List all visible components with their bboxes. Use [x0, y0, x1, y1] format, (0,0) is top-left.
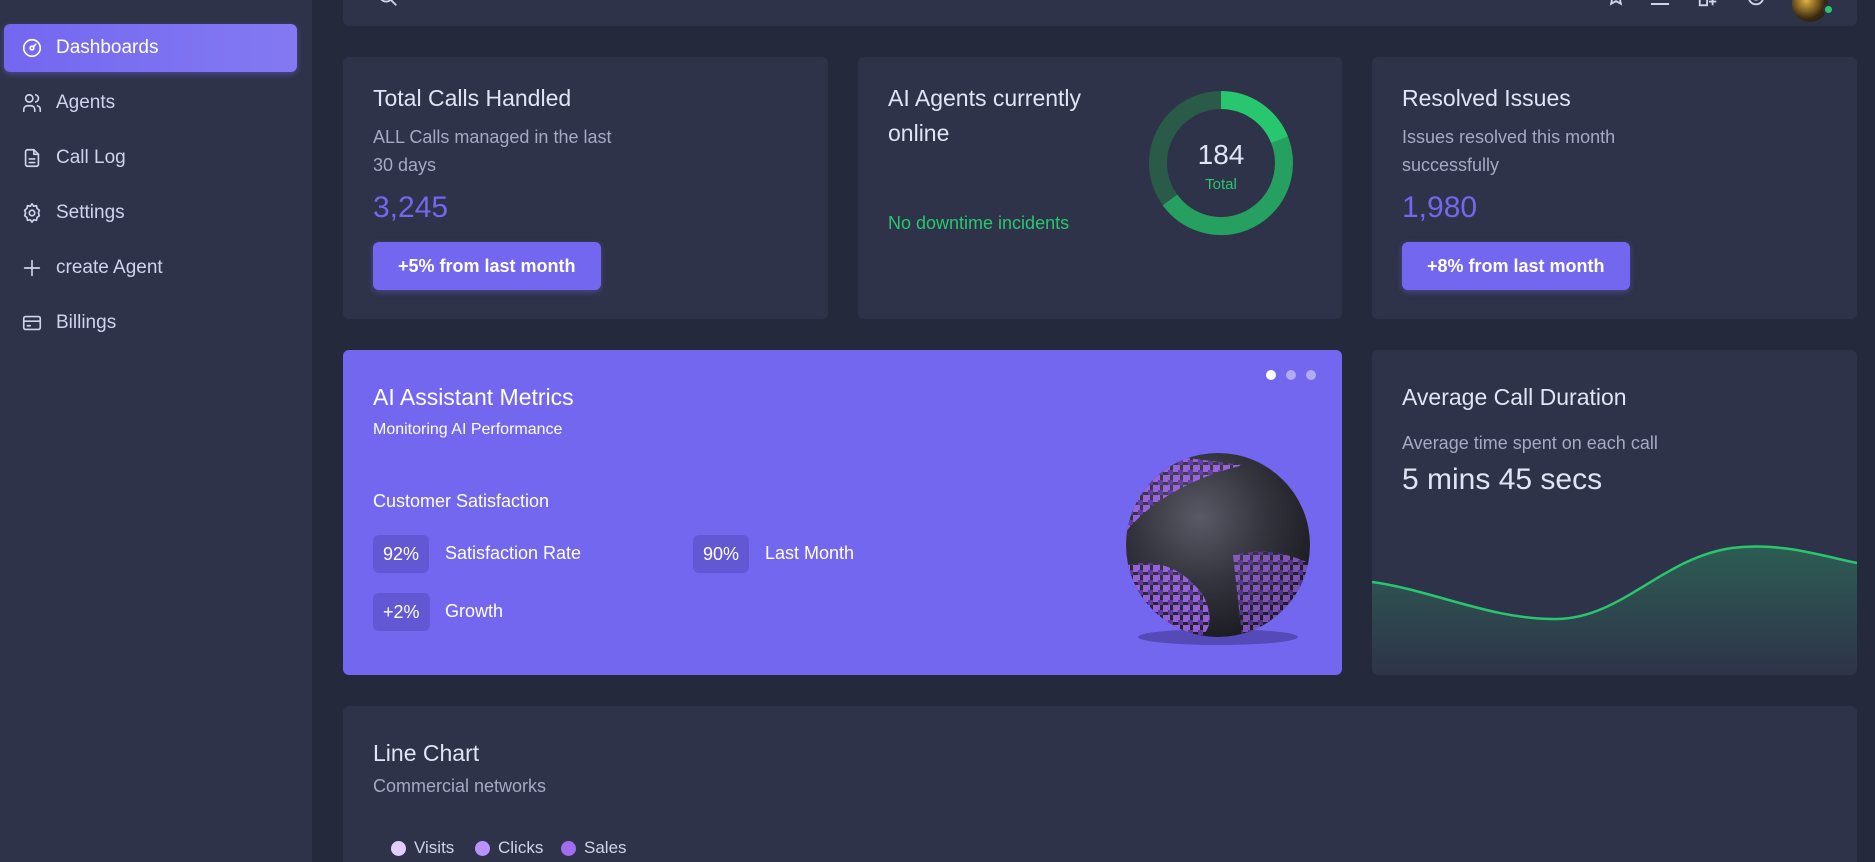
- settings-icon[interactable]: [1745, 0, 1769, 8]
- sparkline-area: [1372, 546, 1857, 675]
- sidebar-item-label: create Agent: [56, 257, 163, 278]
- sidebar: Dashboards Agents Call Log Settings crea…: [0, 0, 312, 862]
- sidebar-item-agents[interactable]: Agents: [4, 79, 297, 127]
- sidebar-item-dashboards[interactable]: Dashboards: [4, 24, 297, 72]
- sphere-illustration: [1126, 453, 1310, 645]
- downtime-status: No downtime incidents: [888, 213, 1070, 233]
- legend-label: Visits: [414, 838, 455, 857]
- duration-sparkline: [1372, 545, 1857, 675]
- card-subtitle: ALL Calls managed in the last: [373, 127, 612, 147]
- gauge-icon: [20, 36, 44, 60]
- card-title: Resolved Issues: [1402, 85, 1571, 111]
- card-subtitle: Monitoring AI Performance: [373, 421, 563, 438]
- legend-swatch: [475, 840, 490, 856]
- card-title: Line Chart: [373, 740, 480, 766]
- top-navbar: [343, 0, 1857, 26]
- card-title-2: online: [888, 120, 950, 146]
- chip-label: Satisfaction Rate: [445, 543, 582, 563]
- total-calls-value: 3,245: [373, 191, 449, 224]
- resolved-growth-button[interactable]: +8% from last month: [1402, 242, 1630, 290]
- card-subtitle: Average time spent on each call: [1402, 433, 1658, 453]
- sidebar-item-settings[interactable]: Settings: [4, 189, 297, 237]
- section-title: Customer Satisfaction: [373, 491, 550, 511]
- carousel-dot-3[interactable]: [1306, 370, 1316, 380]
- plus-icon: [20, 256, 44, 280]
- legend-visits[interactable]: Visits: [391, 838, 454, 858]
- carousel-dot-1[interactable]: [1266, 370, 1276, 380]
- card-subtitle: Commercial networks: [373, 776, 547, 796]
- online-status-dot: [1823, 4, 1834, 15]
- calls-growth-button[interactable]: +5% from last month: [373, 242, 601, 290]
- legend-label: Sales: [584, 838, 627, 857]
- sidebar-item-billings[interactable]: Billings: [4, 299, 297, 347]
- legend-clicks[interactable]: Clicks: [475, 838, 543, 858]
- resolved-issues-card: Resolved Issues Issues resolved this mon…: [1372, 57, 1857, 319]
- card-title: Average Call Duration: [1402, 384, 1627, 410]
- card-title: AI Assistant Metrics: [373, 384, 574, 410]
- card-title: Total Calls Handled: [373, 85, 572, 111]
- donut-label: Total: [1205, 176, 1237, 193]
- satisfaction-rate-chip: 92%: [373, 535, 430, 573]
- sidebar-item-label: Settings: [56, 202, 125, 223]
- card-subtitle: Issues resolved this month: [1402, 127, 1616, 147]
- resolved-value: 1,980: [1402, 191, 1478, 224]
- growth-chip: +2%: [373, 593, 430, 631]
- agents-donut-chart: 184 Total: [1149, 91, 1293, 235]
- sidebar-item-create-agent[interactable]: create Agent: [4, 244, 297, 292]
- document-icon: [20, 146, 44, 170]
- total-calls-card: Total Calls Handled ALL Calls managed in…: [343, 57, 828, 319]
- star-icon[interactable]: [1605, 0, 1629, 8]
- legend-label: Clicks: [498, 838, 544, 857]
- sidebar-item-label: Agents: [56, 92, 116, 113]
- card-subtitle-2: 30 days: [373, 155, 437, 175]
- credit-card-icon: [20, 311, 44, 335]
- donut-value: 184: [1198, 139, 1245, 170]
- search-icon[interactable]: [377, 0, 401, 8]
- sidebar-item-label: Billings: [56, 312, 117, 333]
- card-title: AI Agents currently: [888, 85, 1082, 111]
- add-user-icon[interactable]: [1697, 0, 1721, 8]
- gear-icon: [20, 201, 44, 225]
- carousel-dot-2[interactable]: [1286, 370, 1296, 380]
- last-month-chip: 90%: [693, 535, 750, 573]
- legend-swatch: [391, 840, 406, 856]
- line-chart-card: Line Chart Commercial networks Visits Cl…: [343, 706, 1857, 862]
- menu-icon[interactable]: [1648, 0, 1674, 8]
- sidebar-item-call-log[interactable]: Call Log: [4, 134, 297, 182]
- chip-label: Growth: [445, 601, 504, 621]
- card-subtitle-2: successfully: [1402, 155, 1500, 175]
- legend-sales[interactable]: Sales: [561, 838, 627, 858]
- ai-metrics-card: AI Assistant Metrics Monitoring AI Perfo…: [343, 350, 1342, 675]
- sidebar-item-label: Dashboards: [56, 37, 159, 58]
- legend-swatch: [561, 840, 576, 856]
- sidebar-item-label: Call Log: [56, 147, 126, 168]
- call-duration-card: Average Call Duration Average time spent…: [1372, 350, 1857, 675]
- call-duration-value: 5 mins 45 secs: [1402, 463, 1603, 496]
- users-icon: [20, 91, 44, 115]
- agents-online-card: AI Agents currently online No downtime i…: [858, 57, 1342, 319]
- chip-label: Last Month: [765, 543, 855, 563]
